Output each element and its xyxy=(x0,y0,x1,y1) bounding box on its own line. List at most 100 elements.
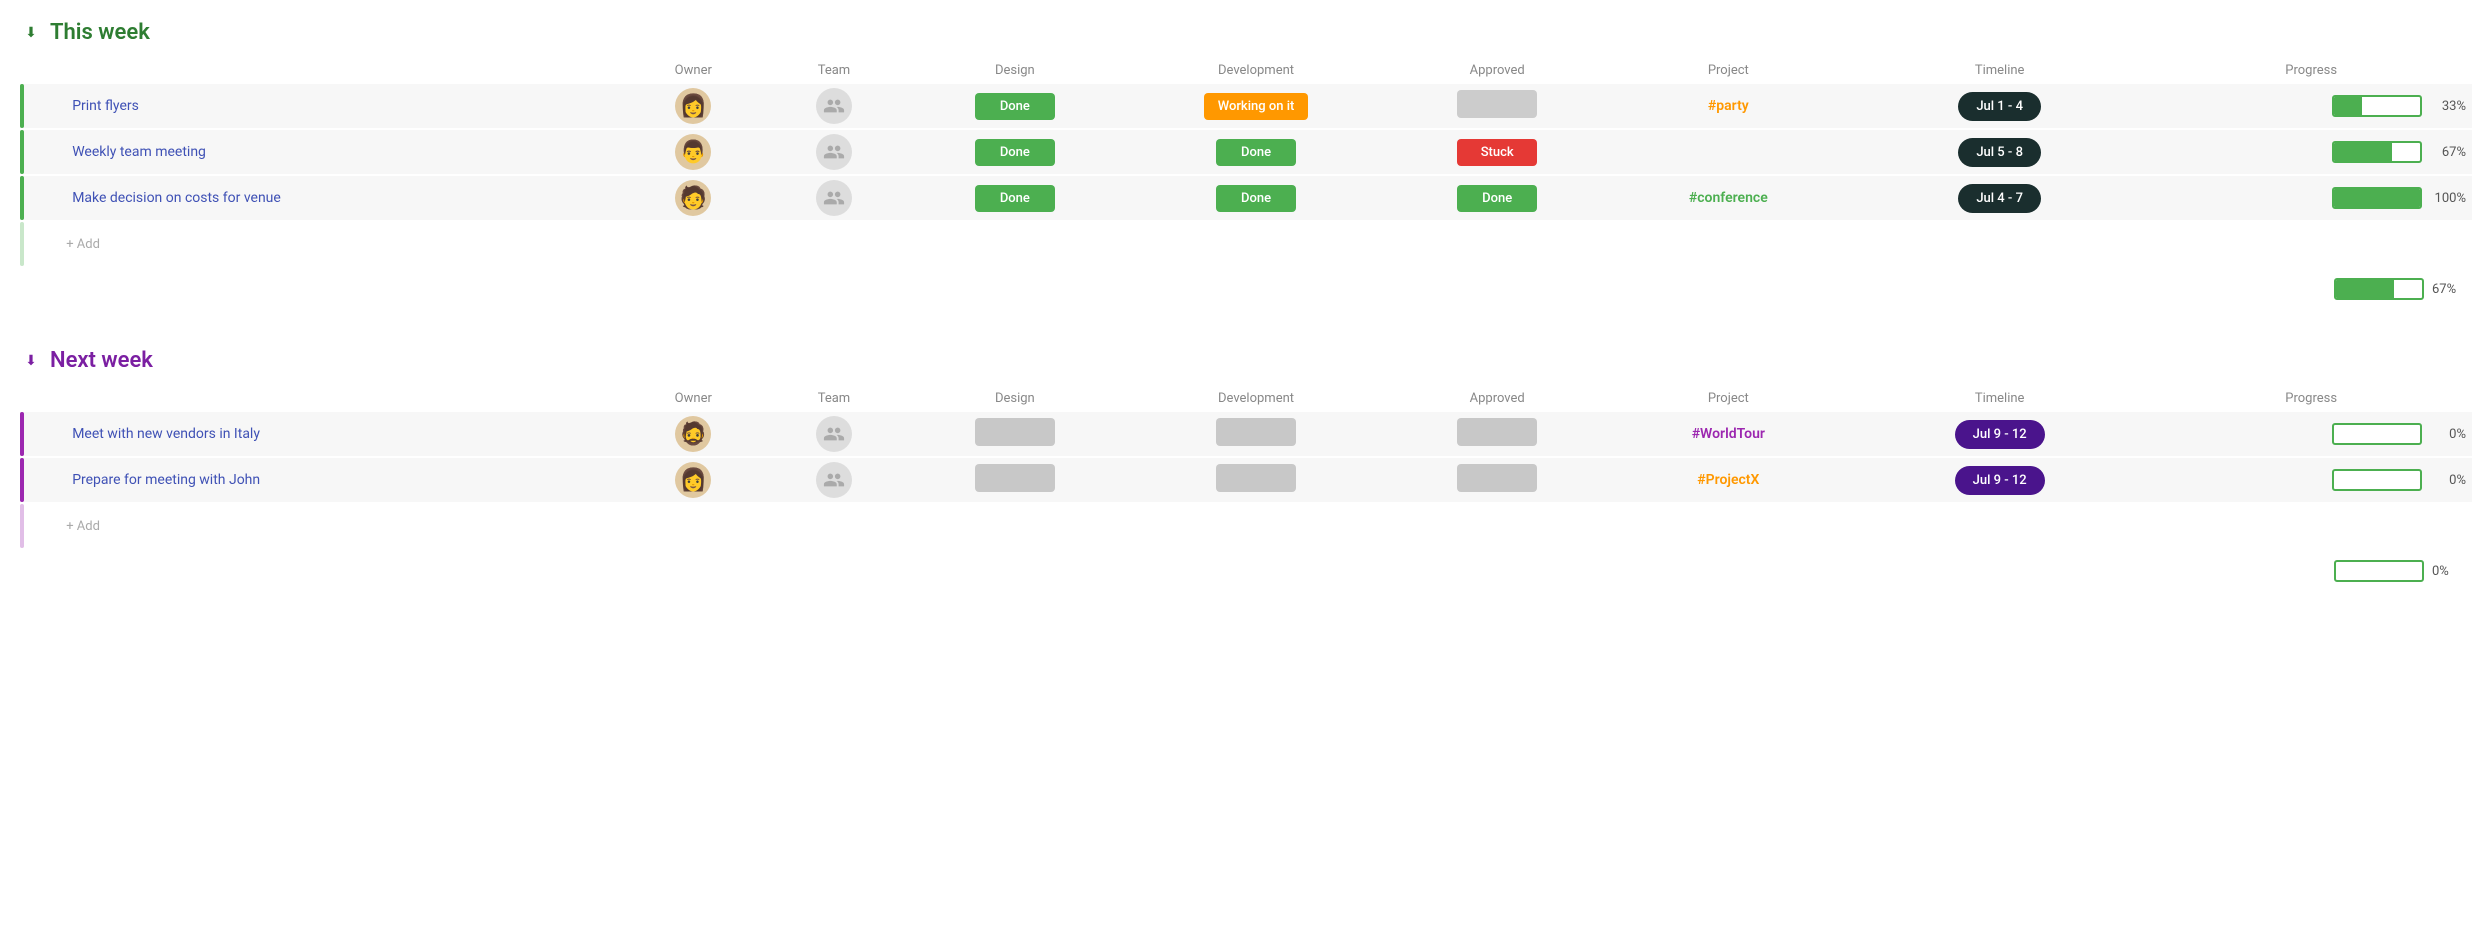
table-row: Print flyers 👩 Done Working on it #party… xyxy=(20,84,2472,129)
team-avatar[interactable] xyxy=(816,134,852,170)
next-week-header: ⬇ Next week xyxy=(20,348,2472,373)
next-week-table: Owner Team Design Development Approved P… xyxy=(20,385,2472,548)
task-name[interactable]: Make decision on costs for venue xyxy=(66,190,281,206)
next-week-summary-bar xyxy=(2334,560,2424,582)
add-label[interactable]: + Add xyxy=(60,221,2472,266)
avatar[interactable]: 👩 xyxy=(675,88,711,124)
this-week-title: This week xyxy=(50,20,150,45)
team-avatar[interactable] xyxy=(816,462,852,498)
col-header-owner-nw: Owner xyxy=(623,385,764,412)
col-header-task-tw xyxy=(60,57,623,84)
approved-cell xyxy=(1387,412,1608,457)
team-cell xyxy=(764,175,905,221)
approved-cell xyxy=(1387,457,1608,503)
owner-cell: 🧔 xyxy=(623,412,764,457)
progress-pct: 100% xyxy=(2430,191,2466,206)
approved-cell xyxy=(1387,84,1608,129)
progress-bar-wrap: 33% xyxy=(2156,95,2466,117)
timeline-badge: Jul 5 - 8 xyxy=(1958,138,2041,167)
col-header-task-nw xyxy=(60,385,623,412)
add-border xyxy=(20,221,60,266)
project-cell xyxy=(1608,129,1849,175)
project-link[interactable]: #party xyxy=(1708,98,1749,114)
add-row[interactable]: + Add xyxy=(20,221,2472,266)
team-avatar[interactable] xyxy=(816,180,852,216)
col-header-project-nw: Project xyxy=(1608,385,1849,412)
col-header-project-tw: Project xyxy=(1608,57,1849,84)
dev-cell: Done xyxy=(1125,175,1386,221)
team-cell xyxy=(764,84,905,129)
progress-bar-inner xyxy=(2334,189,2420,207)
project-link[interactable]: #conference xyxy=(1689,190,1768,206)
progress-bar-outer xyxy=(2332,141,2422,163)
task-name[interactable]: Prepare for meeting with John xyxy=(66,472,260,488)
dev-cell: Done xyxy=(1125,129,1386,175)
row-border xyxy=(20,175,60,221)
timeline-badge: Jul 9 - 12 xyxy=(1955,466,2045,495)
this-week-summary: 67% xyxy=(20,270,2472,308)
avatar[interactable]: 🧔 xyxy=(675,416,711,452)
owner-cell: 👨 xyxy=(623,129,764,175)
border-bar xyxy=(20,176,24,220)
team-avatar[interactable] xyxy=(816,416,852,452)
add-label[interactable]: + Add xyxy=(60,503,2472,548)
col-header-approved-tw: Approved xyxy=(1387,57,1608,84)
progress-cell: 0% xyxy=(2150,412,2472,457)
avatar[interactable]: 👩 xyxy=(675,462,711,498)
dev-cell xyxy=(1125,412,1386,457)
project-link[interactable]: #WorldTour xyxy=(1692,426,1765,442)
status-done: Done xyxy=(975,185,1055,212)
status-done: Done xyxy=(975,93,1055,120)
table-row: Prepare for meeting with John 👩 #Project… xyxy=(20,457,2472,503)
status-working: Working on it xyxy=(1204,93,1309,120)
border-bar xyxy=(20,130,24,174)
progress-pct: 0% xyxy=(2430,427,2466,442)
this-week-header: ⬇ This week xyxy=(20,20,2472,45)
design-cell xyxy=(904,412,1125,457)
table-row: Weekly team meeting 👨 Done Done Stuck Ju… xyxy=(20,129,2472,175)
status-empty-gray xyxy=(1457,464,1537,492)
next-week-chevron-icon[interactable]: ⬇ xyxy=(20,350,42,372)
col-header-progress-tw: Progress xyxy=(2150,57,2472,84)
col-header-progress-nw: Progress xyxy=(2150,385,2472,412)
col-header-approved-nw: Approved xyxy=(1387,385,1608,412)
status-empty-gray xyxy=(1216,418,1296,446)
owner-cell: 👩 xyxy=(623,457,764,503)
col-header-dev-nw: Development xyxy=(1125,385,1386,412)
avatar[interactable]: 🧑 xyxy=(675,180,711,216)
progress-cell: 33% xyxy=(2150,84,2472,129)
border-bar-add xyxy=(20,222,24,266)
border-bar xyxy=(20,84,24,128)
row-border xyxy=(20,129,60,175)
task-name[interactable]: Print flyers xyxy=(66,98,139,114)
timeline-cell: Jul 4 - 7 xyxy=(1849,175,2150,221)
status-done: Done xyxy=(1216,139,1296,166)
progress-cell: 100% xyxy=(2150,175,2472,221)
task-cell: Make decision on costs for venue xyxy=(60,175,623,221)
approved-cell: Stuck xyxy=(1387,129,1608,175)
progress-bar-inner xyxy=(2334,97,2362,115)
this-week-summary-pct: 67% xyxy=(2432,282,2468,297)
task-name[interactable]: Weekly team meeting xyxy=(66,144,206,160)
timeline-badge: Jul 1 - 4 xyxy=(1958,92,2041,121)
project-cell: #WorldTour xyxy=(1608,412,1849,457)
progress-pct: 33% xyxy=(2430,99,2466,114)
avatar[interactable]: 👨 xyxy=(675,134,711,170)
status-empty-gray xyxy=(1457,418,1537,446)
add-row[interactable]: + Add xyxy=(20,503,2472,548)
team-avatar[interactable] xyxy=(816,88,852,124)
col-header-team-nw: Team xyxy=(764,385,905,412)
status-stuck: Stuck xyxy=(1457,139,1537,166)
col-header-owner-tw: Owner xyxy=(623,57,764,84)
progress-bar-wrap: 67% xyxy=(2156,141,2466,163)
progress-bar-outer xyxy=(2332,469,2422,491)
status-done: Done xyxy=(1457,185,1537,212)
col-header-design-nw: Design xyxy=(904,385,1125,412)
project-link[interactable]: #ProjectX xyxy=(1697,472,1759,488)
progress-bar-outer xyxy=(2332,423,2422,445)
timeline-badge: Jul 9 - 12 xyxy=(1955,420,2045,449)
this-week-chevron-icon[interactable]: ⬇ xyxy=(20,22,42,44)
design-cell: Done xyxy=(904,175,1125,221)
owner-cell: 👩 xyxy=(623,84,764,129)
task-name[interactable]: Meet with new vendors in Italy xyxy=(66,426,260,442)
